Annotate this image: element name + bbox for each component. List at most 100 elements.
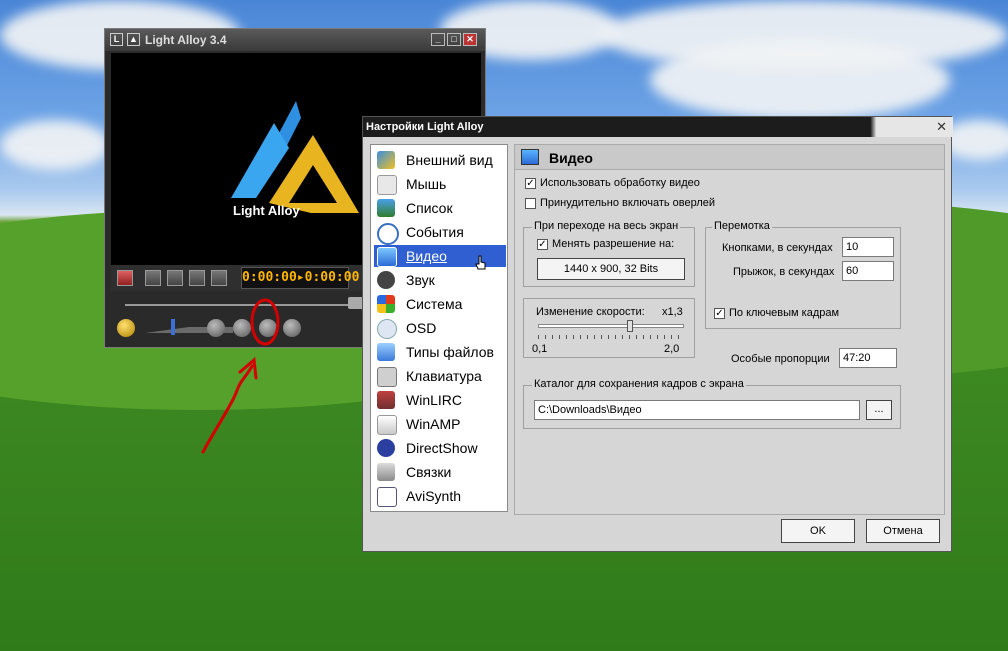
keyframes-label: По ключевым кадрам [729,307,840,319]
cursor-hand-icon [475,255,486,270]
change-resolution-checkbox[interactable]: ✓ [537,239,548,250]
prev-button[interactable] [167,270,183,286]
sidebar-item-appearance[interactable]: Внешний вид [374,149,506,171]
aspect-label: Особые пропорции [731,353,830,365]
player-title: Light Alloy 3.4 [145,33,227,47]
force-overlay-checkbox[interactable] [525,198,536,209]
next-button[interactable] [189,270,205,286]
mouse-icon [377,175,397,195]
remote-icon [377,391,395,409]
speed-slider-ticks [538,335,684,339]
close-button[interactable]: ✕ [463,33,477,46]
minimize-button[interactable]: _ [431,33,445,46]
sidebar-item-label: WinLIRC [406,392,463,408]
sidebar-item-label: Клавиатура [406,368,482,384]
screenshot-button[interactable] [259,319,277,337]
use-video-processing-checkbox[interactable]: ✓ [525,178,536,189]
playlist-icon[interactable]: ▲ [127,33,140,46]
file-types-icon [377,343,395,361]
speed-slider-thumb[interactable] [627,320,634,332]
frame-button[interactable] [211,270,227,286]
snapshots-group: Каталог для сохранения кадров с экрана C… [523,378,901,429]
sidebar-item-label: Список [406,200,453,216]
sidebar-item-events[interactable]: События [374,221,506,245]
seek-buttons-label: Кнопками, в секундах [722,242,833,254]
settings-sidebar: Внешний вид Мышь Список События Видео Зв… [370,144,508,512]
avisynth-icon [377,487,397,507]
sidebar-item-label: WinAMP [406,416,461,432]
ok-button[interactable]: OK [781,519,855,543]
speaker-icon[interactable] [117,319,135,337]
sidebar-item-avisynth[interactable]: AviSynth [374,485,506,507]
volume-knob[interactable] [171,319,175,335]
speed-label: Изменение скорости: [536,306,645,318]
monitor-button[interactable] [233,319,251,337]
close-icon[interactable]: ✕ [936,119,947,135]
dialog-title: Настройки Light Alloy [366,121,484,133]
list-icon [377,199,395,217]
speed-min-label: 0,1 [532,343,548,355]
sidebar-item-label: Внешний вид [406,152,493,168]
player-titlebar[interactable]: L ▲ Light Alloy 3.4 _ □ ✕ [105,29,485,51]
sidebar-item-label: DirectShow [406,440,478,456]
clock-icon [377,223,399,245]
sidebar-item-winlirc[interactable]: WinLIRC [374,389,506,411]
seek-group-title: Перемотка [712,220,772,232]
speed-value: x1,3 [662,306,683,318]
eject-button[interactable] [117,270,133,286]
stop-button[interactable] [145,270,161,286]
osd-icon [377,319,397,339]
logo-text: Light Alloy [233,203,300,218]
monitor-icon [521,149,539,165]
settings-dialog: Настройки Light Alloy ✕ Внешний вид Мышь… [362,116,953,552]
sidebar-item-winamp[interactable]: WinAMP [374,413,506,435]
seek-jump-input[interactable]: 60 [842,261,894,281]
sidebar-item-list[interactable]: Список [374,197,506,219]
resolution-button[interactable]: 1440 x 900, 32 Bits [537,258,685,280]
video-settings-panel: ✓ Использовать обработку видео Принудите… [514,170,945,515]
sidebar-item-mouse[interactable]: Мышь [374,173,506,195]
sidebar-item-system[interactable]: Система [374,293,506,315]
sidebar-item-label: Звук [406,272,435,288]
speed-slider-track[interactable] [538,324,684,328]
seek-jump-label: Прыжок, в секундах [733,266,835,278]
balance-button[interactable] [207,319,225,337]
sidebar-item-file-types[interactable]: Типы файлов [374,341,506,363]
change-resolution-label: Менять разрешение на: [552,238,675,250]
directshow-icon [377,439,395,457]
headphones-icon [377,271,395,289]
sidebar-item-label: Видео [406,248,447,264]
subtitles-button[interactable] [283,319,301,337]
speed-max-label: 2,0 [664,343,680,355]
keyboard-icon [377,367,397,387]
maximize-button[interactable]: □ [447,33,461,46]
sidebar-item-links[interactable]: Связки [374,461,506,483]
sidebar-item-directshow[interactable]: DirectShow [374,437,506,459]
sidebar-item-label: События [406,224,464,240]
time-display: 0:00:00▸0:00:00 [241,267,359,289]
sidebar-item-osd[interactable]: OSD [374,317,506,339]
browse-button[interactable]: ... [866,400,892,420]
app-menu-icon[interactable]: L [110,33,123,46]
winamp-icon [377,415,397,435]
fullscreen-group-title: При переходе на весь экран [532,220,681,232]
sidebar-item-label: Мышь [406,176,447,192]
keyframes-checkbox[interactable]: ✓ [714,308,725,319]
aspect-input[interactable]: 47:20 [839,348,897,368]
snapshots-group-title: Каталог для сохранения кадров с экрана [532,378,746,390]
use-video-processing-label: Использовать обработку видео [540,177,700,189]
sidebar-item-label: OSD [406,320,437,336]
snapshots-path-input[interactable]: C:\Downloads\Видео [534,400,860,420]
seek-buttons-input[interactable]: 10 [842,237,894,257]
sidebar-item-label: Система [406,296,463,312]
sidebar-item-label: Связки [406,464,452,480]
speed-group: Изменение скорости: x1,3 0,1 2,0 [523,298,695,358]
cancel-button[interactable]: Отмена [866,519,940,543]
force-overlay-label: Принудительно включать оверлей [540,197,716,209]
sidebar-item-keyboard[interactable]: Клавиатура [374,365,506,387]
dialog-titlebar[interactable]: Настройки Light Alloy ✕ [363,117,953,137]
panel-title: Видео [549,150,593,166]
sidebar-item-sound[interactable]: Звук [374,269,506,291]
sidebar-item-label: Типы файлов [406,344,494,360]
panel-header: Видео [514,144,945,170]
